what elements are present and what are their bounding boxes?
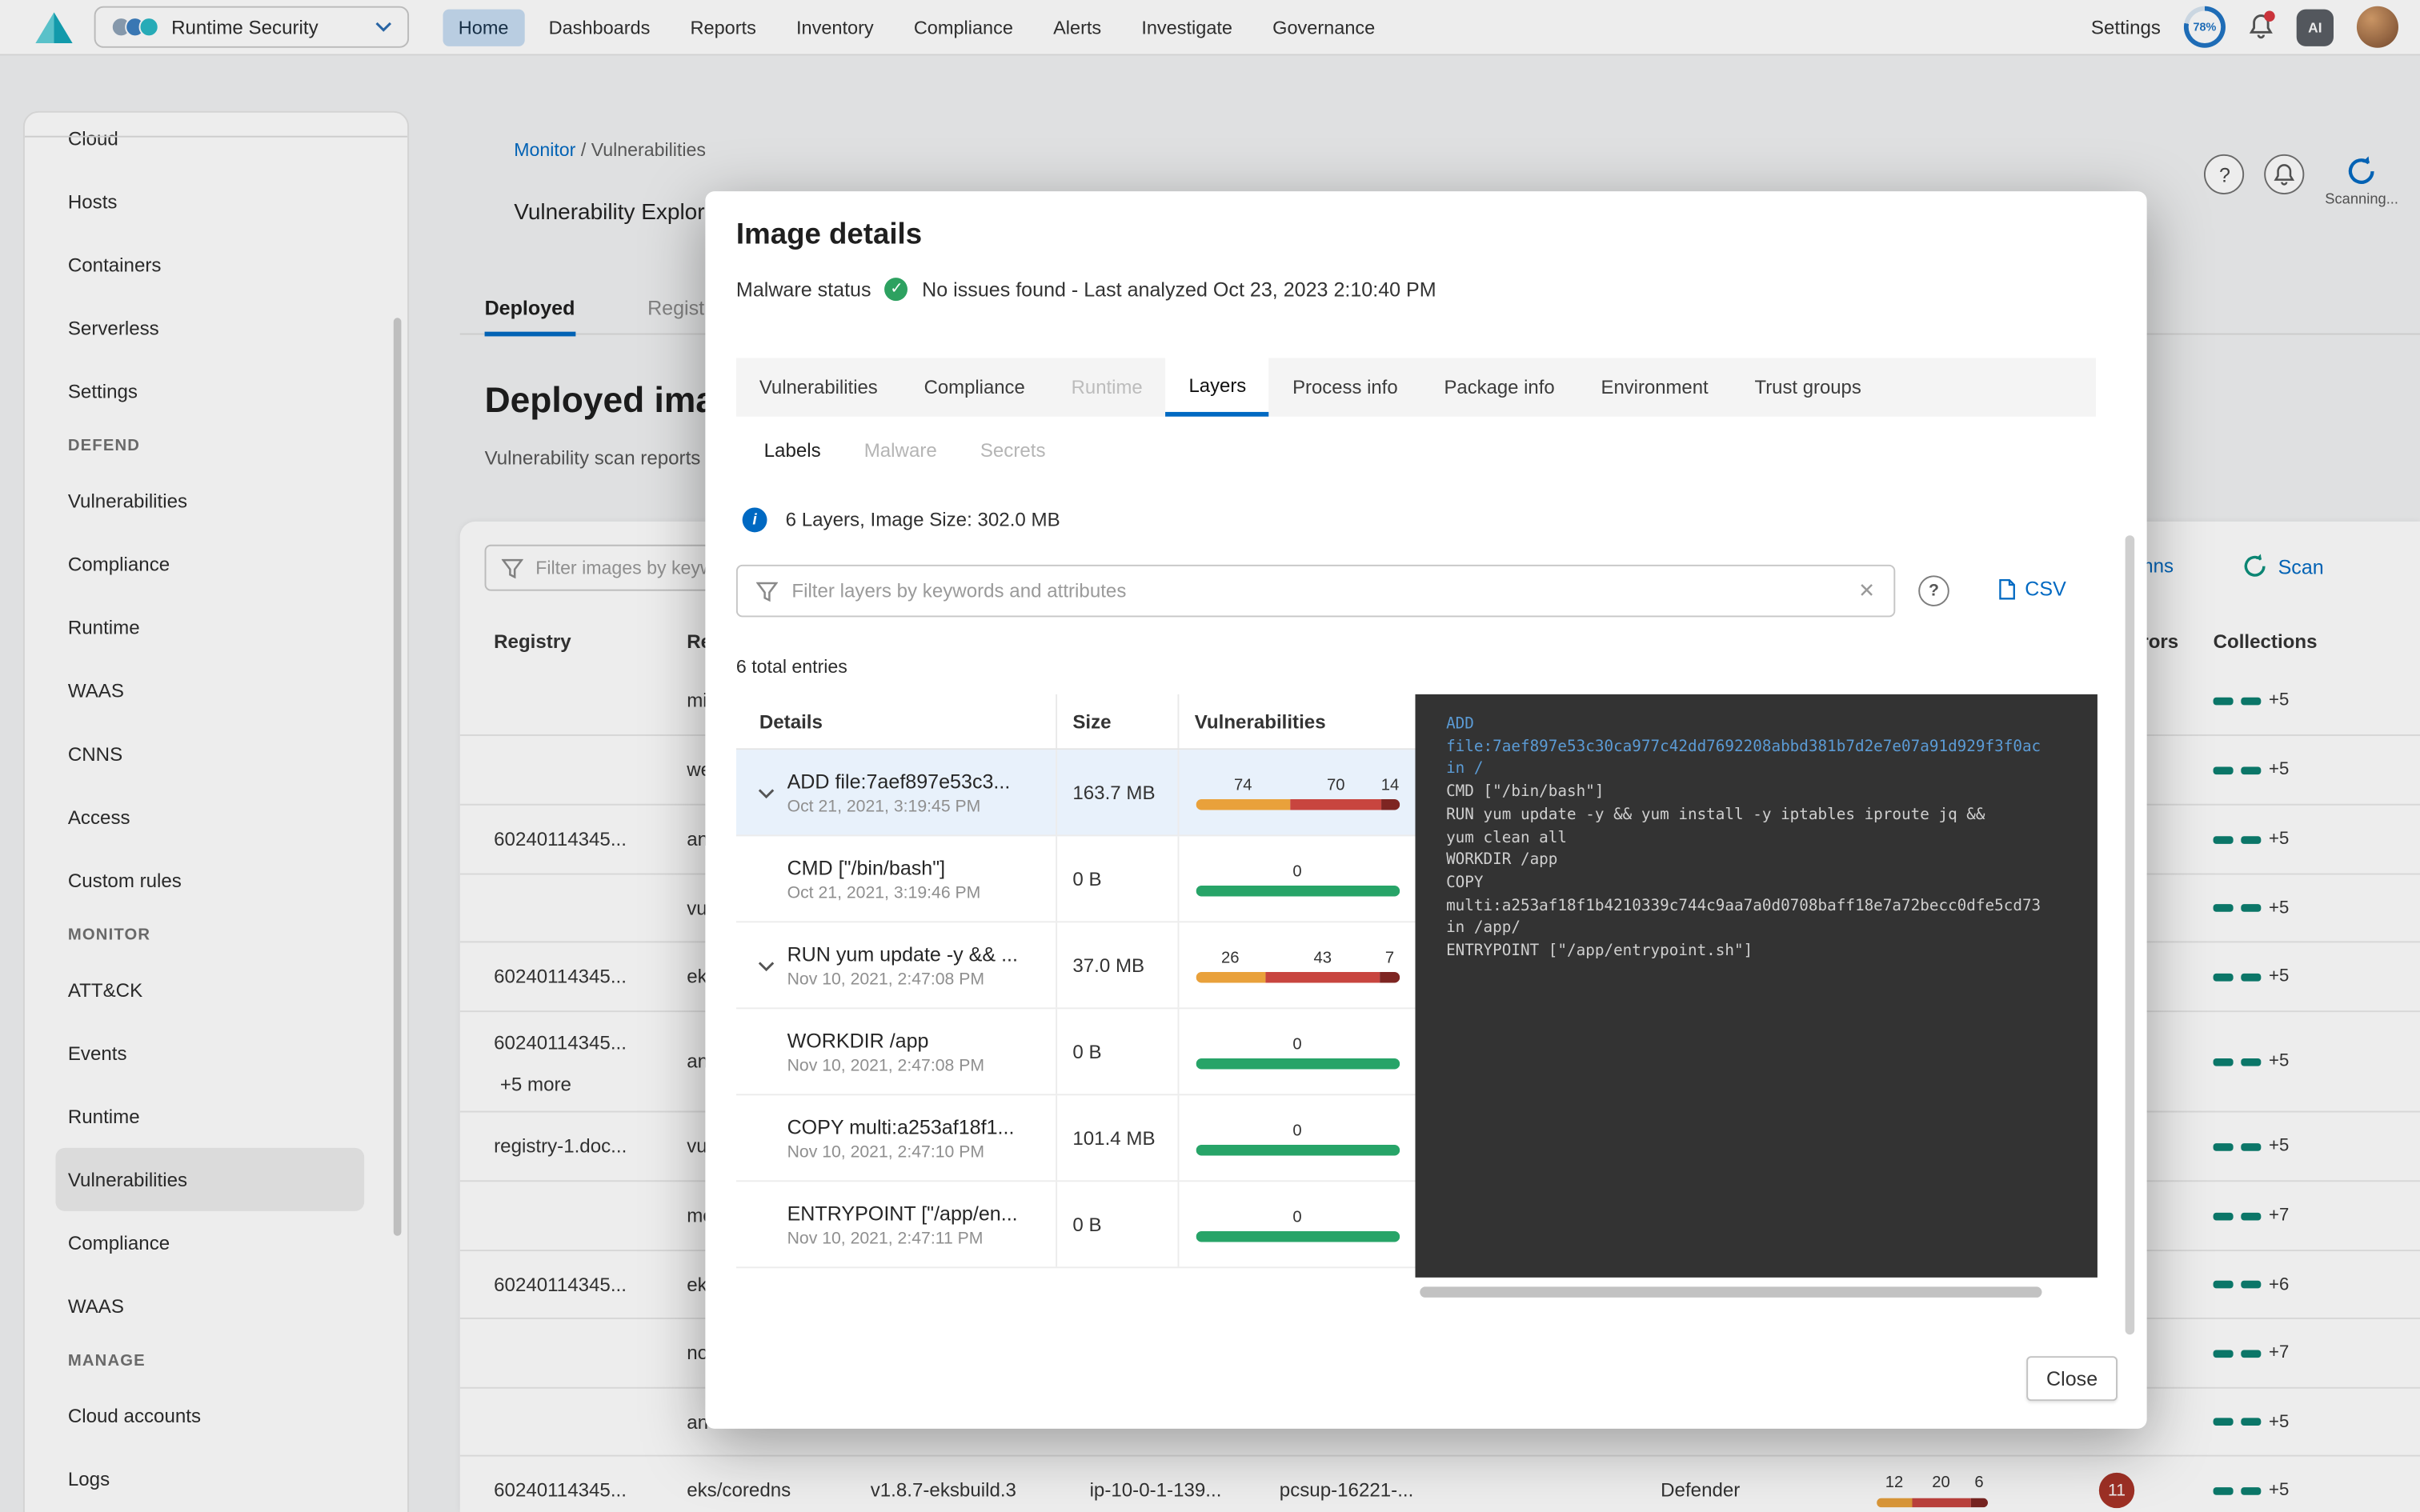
layer-vulnerabilities-cell: 0	[1177, 1095, 1415, 1180]
layer-date: Nov 10, 2021, 2:47:08 PM	[787, 970, 1056, 988]
code-panel-horizontal-scrollbar[interactable]	[1420, 1286, 2041, 1298]
layer-details-cell: COPY multi:a253af18f1... Nov 10, 2021, 2:…	[736, 1095, 1056, 1180]
layer-details-cell: ENTRYPOINT ["/app/en... Nov 10, 2021, 2:4…	[736, 1182, 1056, 1266]
modal-tab-trust-groups[interactable]: Trust groups	[1732, 358, 1885, 416]
modal-subtab-labels[interactable]: Labels	[764, 440, 821, 462]
modal-subtab-malware[interactable]: Malware	[864, 440, 937, 462]
malware-status-label: Malware status	[736, 278, 871, 301]
layers-summary: 6 Layers, Image Size: 302.0 MB	[786, 509, 1060, 530]
csv-label: CSV	[2025, 577, 2066, 600]
layer-title: ENTRYPOINT ["/app/en...	[787, 1201, 1056, 1224]
modal-tab-package-info[interactable]: Package info	[1421, 358, 1578, 416]
layer-size-cell: 101.4 MB	[1056, 1095, 1177, 1180]
layers-header-details: Details	[736, 694, 1056, 748]
filter-help-icon[interactable]: ?	[1918, 575, 1949, 606]
vulnerability-bar: 0	[1196, 1207, 1400, 1241]
layer-code-panel: ADDfile:7aef897e53c30ca977c42dd7692208ab…	[1415, 694, 2097, 1278]
layers-filter-input[interactable]	[791, 580, 1844, 602]
malware-status-row: Malware status ✓ No issues found - Last …	[736, 278, 1436, 301]
layer-title: WORKDIR /app	[787, 1028, 1056, 1051]
layer-vulnerabilities-cell: 0	[1177, 1009, 1415, 1094]
layer-row[interactable]: RUN yum update -y && ... Nov 10, 2021, 2:…	[736, 922, 1416, 1009]
modal-tab-layers[interactable]: Layers	[1166, 358, 1270, 416]
layer-details-cell: CMD ["/bin/bash"] Oct 21, 2021, 3:19:46 P…	[736, 836, 1056, 921]
code-line: COPY	[1446, 873, 2097, 895]
modal-tab-runtime[interactable]: Runtime	[1048, 358, 1166, 416]
total-entries: 6 total entries	[736, 656, 847, 678]
modal-tab-compliance[interactable]: Compliance	[901, 358, 1048, 416]
layer-rows: ADD file:7aef897e53c3... Oct 21, 2021, 3:…	[736, 750, 1416, 1268]
app-root: Runtime Security HomeDashboardsReportsIn…	[0, 0, 2420, 1512]
layer-row[interactable]: WORKDIR /app Nov 10, 2021, 2:47:08 PM0 B 0	[736, 1009, 1416, 1095]
layer-title: RUN yum update -y && ...	[787, 942, 1056, 965]
layer-title: ADD file:7aef897e53c3...	[787, 769, 1056, 792]
code-line: CMD ["/bin/bash"]	[1446, 782, 2097, 805]
layer-vulnerabilities-cell: 0	[1177, 836, 1415, 921]
layer-details-cell: ADD file:7aef897e53c3... Oct 21, 2021, 3:…	[736, 750, 1056, 834]
modal-subtabs: Labels Malware Secrets	[764, 440, 1046, 462]
layer-details-cell: RUN yum update -y && ... Nov 10, 2021, 2:…	[736, 922, 1056, 1007]
modal-tab-vulnerabilities[interactable]: Vulnerabilities	[736, 358, 901, 416]
info-icon: i	[743, 507, 767, 532]
layer-details-cell: WORKDIR /app Nov 10, 2021, 2:47:08 PM	[736, 1009, 1056, 1094]
layer-size-cell: 0 B	[1056, 836, 1177, 921]
layer-size-cell: 0 B	[1056, 1182, 1177, 1266]
layer-date: Nov 10, 2021, 2:47:08 PM	[787, 1056, 1056, 1074]
layer-row[interactable]: ENTRYPOINT ["/app/en... Nov 10, 2021, 2:4…	[736, 1182, 1416, 1268]
clear-filter-icon[interactable]: ✕	[1858, 578, 1875, 603]
csv-file-icon	[1996, 578, 2017, 599]
layer-size-cell: 0 B	[1056, 1009, 1177, 1094]
layers-header-size: Size	[1056, 694, 1177, 748]
layer-vulnerabilities-cell: 0	[1177, 1182, 1415, 1266]
layer-vulnerabilities-cell: 747014	[1177, 750, 1415, 834]
code-line: in /	[1446, 760, 2097, 782]
code-line: ENTRYPOINT ["/app/entrypoint.sh"]	[1446, 941, 2097, 963]
layer-title: CMD ["/bin/bash"]	[787, 855, 1056, 878]
filter-funnel-icon	[756, 581, 778, 601]
layer-date: Oct 21, 2021, 3:19:45 PM	[787, 797, 1056, 815]
vulnerability-bar: 26437	[1196, 948, 1400, 982]
modal-tab-process-info[interactable]: Process info	[1269, 358, 1420, 416]
close-button[interactable]: Close	[2026, 1356, 2118, 1401]
layer-row[interactable]: COPY multi:a253af18f1... Nov 10, 2021, 2:…	[736, 1095, 1416, 1182]
code-line: WORKDIR /app	[1446, 850, 2097, 873]
layers-summary-row: i 6 Layers, Image Size: 302.0 MB	[743, 507, 1060, 532]
csv-export-button[interactable]: CSV	[1996, 577, 2066, 600]
modal-title: Image details	[736, 219, 922, 253]
layer-date: Nov 10, 2021, 2:47:10 PM	[787, 1142, 1056, 1161]
vulnerability-bar: 0	[1196, 1121, 1400, 1154]
layer-size-cell: 37.0 MB	[1056, 922, 1177, 1007]
success-check-icon: ✓	[885, 278, 908, 301]
layers-header-vulnerabilities: Vulnerabilities	[1177, 694, 1415, 748]
modal-subtab-secrets[interactable]: Secrets	[980, 440, 1046, 462]
code-line: yum clean all	[1446, 828, 2097, 850]
vulnerability-bar: 0	[1196, 1034, 1400, 1068]
chevron-down-icon[interactable]	[758, 952, 775, 980]
code-line: in /app/	[1446, 918, 2097, 941]
code-line: RUN yum update -y && yum install -y ipta…	[1446, 805, 2097, 827]
modal-scrollbar[interactable]	[2126, 535, 2135, 1334]
layer-row[interactable]: CMD ["/bin/bash"] Oct 21, 2021, 3:19:46 P…	[736, 836, 1416, 922]
code-line: multi:a253af18f1b4210339c744c9aa7a0d0708…	[1446, 896, 2097, 918]
layer-vulnerabilities-cell: 26437	[1177, 922, 1415, 1007]
layer-size-cell: 163.7 MB	[1056, 750, 1177, 834]
layer-date: Nov 10, 2021, 2:47:11 PM	[787, 1229, 1056, 1247]
layer-title: COPY multi:a253af18f1...	[787, 1114, 1056, 1138]
layers-table-header: Details Size Vulnerabilities	[736, 694, 1416, 750]
vulnerability-bar: 0	[1196, 862, 1400, 895]
code-line: ADD	[1446, 714, 2097, 737]
modal-tab-environment[interactable]: Environment	[1578, 358, 1732, 416]
code-line: file:7aef897e53c30ca977c42dd7692208abbd3…	[1446, 737, 2097, 759]
chevron-down-icon[interactable]	[758, 779, 775, 807]
image-details-modal: Image details Malware status ✓ No issues…	[705, 191, 2146, 1429]
modal-tabs: VulnerabilitiesComplianceRuntimeLayersPr…	[736, 358, 2096, 416]
vulnerability-bar: 747014	[1196, 775, 1400, 809]
layers-filter[interactable]: ✕	[736, 565, 1895, 618]
layer-date: Oct 21, 2021, 3:19:46 PM	[787, 883, 1056, 902]
layer-row[interactable]: ADD file:7aef897e53c3... Oct 21, 2021, 3:…	[736, 750, 1416, 836]
layers-table: Details Size Vulnerabilities ADD file:7a…	[736, 694, 1416, 1268]
malware-status-value: No issues found - Last analyzed Oct 23, …	[922, 278, 1436, 301]
